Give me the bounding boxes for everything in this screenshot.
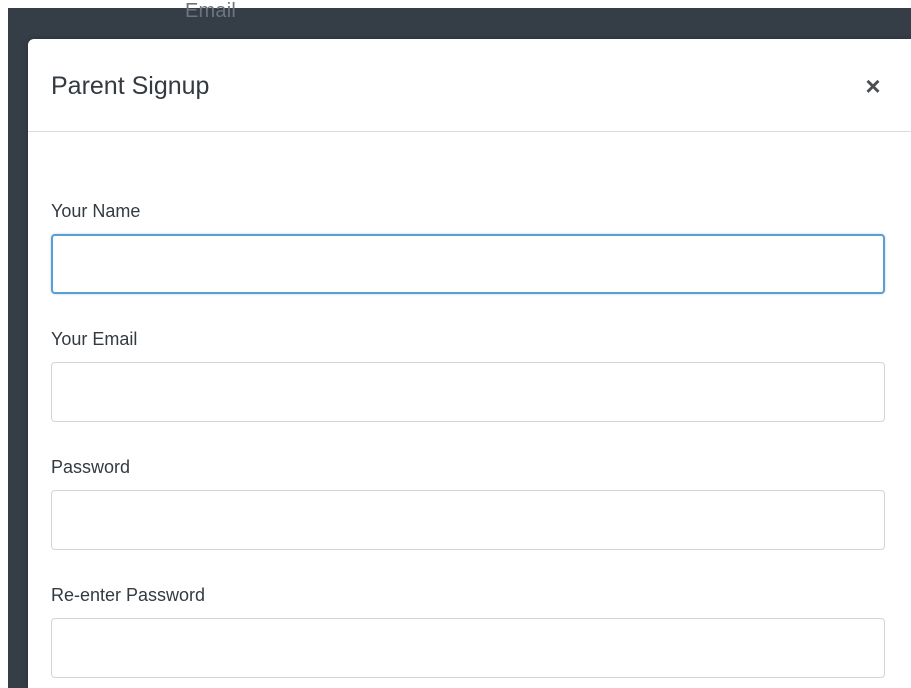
page: Email Parent Signup × Your Name Your Ema…: [0, 0, 911, 688]
background-email-label: Email: [185, 0, 237, 22]
parent-signup-modal: Parent Signup × Your Name Your Email Pas…: [28, 39, 911, 688]
modal-title: Parent Signup: [51, 72, 210, 100]
password-label: Password: [51, 457, 131, 477]
reenter-password-label: Re-enter Password: [51, 585, 206, 605]
your-name-label: Your Name: [51, 201, 141, 221]
your-name-input[interactable]: [51, 234, 885, 294]
reenter-password-input[interactable]: [51, 618, 885, 678]
password-input[interactable]: [51, 490, 885, 550]
close-button[interactable]: ×: [860, 73, 886, 99]
modal-header: Parent Signup ×: [28, 39, 911, 132]
your-email-input[interactable]: [51, 362, 885, 422]
your-email-label: Your Email: [51, 329, 138, 349]
